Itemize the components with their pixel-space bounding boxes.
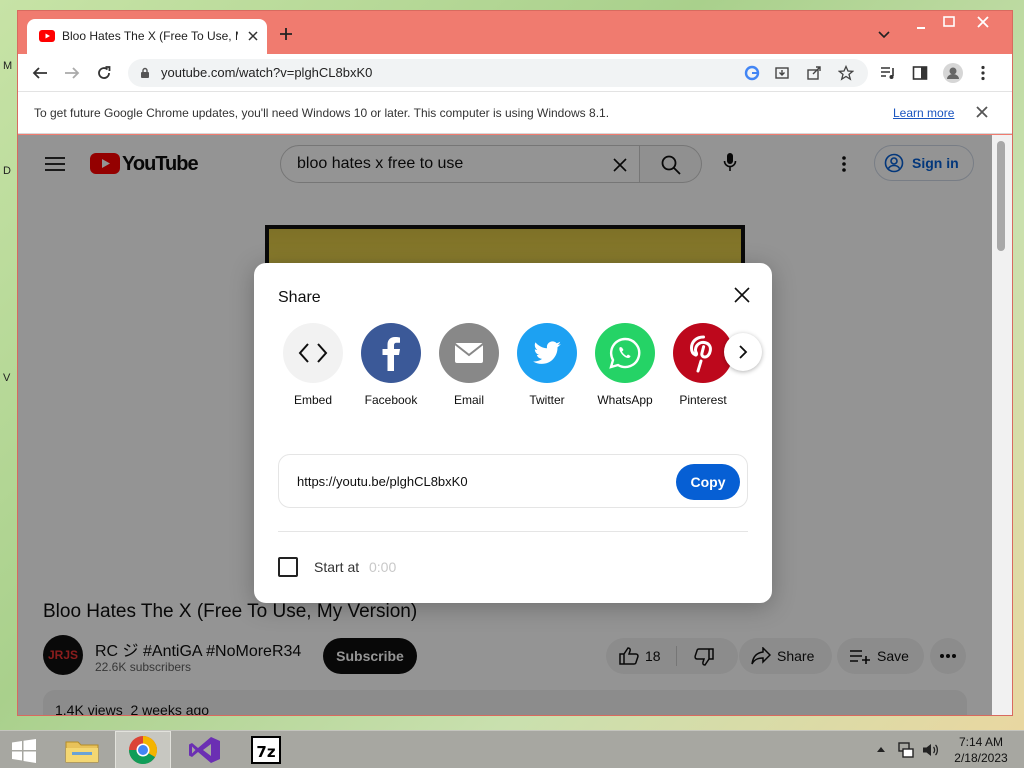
share-page-icon[interactable] bbox=[806, 65, 822, 81]
bookmark-star-icon[interactable] bbox=[838, 65, 854, 81]
browser-toolbar: youtube.com/watch?v=plghCL8bxK0 bbox=[18, 54, 1012, 91]
share-target-label: Email bbox=[453, 393, 484, 407]
start-at-label: Start at bbox=[314, 559, 360, 575]
share-target-label: WhatsApp bbox=[597, 393, 653, 407]
share-target-label: Embed bbox=[293, 393, 333, 407]
google-translate-icon[interactable] bbox=[744, 65, 760, 81]
youtube-page: YouTube bloo hates x free to use Sign in bbox=[18, 135, 1012, 715]
network-icon[interactable] bbox=[897, 741, 915, 759]
dialog-divider bbox=[278, 531, 748, 532]
clock-time[interactable]: 7:14 AM bbox=[944, 735, 1018, 749]
desktop-icon-label-fragment: M bbox=[3, 60, 13, 72]
whatsapp-icon bbox=[595, 323, 655, 383]
tab-close-icon[interactable] bbox=[246, 29, 260, 43]
chrome-menu-kebab-icon[interactable] bbox=[980, 65, 986, 81]
browser-tab[interactable]: Bloo Hates The X (Free To Use, My Versio… bbox=[27, 19, 267, 54]
share-target-label: Pinterest bbox=[679, 393, 727, 407]
share-link-field[interactable]: https://youtu.be/plghCL8bxK0 Copy bbox=[278, 454, 748, 508]
forward-arrow-icon[interactable] bbox=[64, 65, 80, 81]
scrollbar-thumb[interactable] bbox=[997, 141, 1005, 251]
minimize-icon[interactable] bbox=[914, 19, 928, 31]
show-hidden-icons-chevron-icon[interactable] bbox=[876, 745, 886, 753]
start-at-checkbox[interactable] bbox=[278, 557, 298, 577]
clock-date[interactable]: 2/18/2023 bbox=[944, 751, 1018, 765]
url-text[interactable]: youtube.com/watch?v=plghCL8bxK0 bbox=[161, 65, 372, 80]
embed-icon bbox=[283, 323, 343, 383]
update-infobar: To get future Google Chrome updates, you… bbox=[18, 91, 1012, 134]
copy-button[interactable]: Copy bbox=[676, 464, 740, 500]
youtube-favicon-icon bbox=[39, 30, 55, 42]
address-bar[interactable]: youtube.com/watch?v=plghCL8bxK0 bbox=[128, 59, 868, 87]
close-window-icon[interactable] bbox=[976, 15, 990, 29]
chrome-window: Bloo Hates The X (Free To Use, My Versio… bbox=[17, 10, 1013, 716]
chevron-right-icon[interactable] bbox=[724, 333, 762, 371]
install-app-icon[interactable] bbox=[774, 65, 790, 81]
file-explorer-taskbar-icon[interactable] bbox=[54, 731, 110, 768]
windows-start-icon[interactable] bbox=[11, 739, 37, 763]
media-control-icon[interactable] bbox=[880, 65, 896, 81]
share-target-email[interactable]: Email bbox=[430, 323, 508, 413]
maximize-icon[interactable] bbox=[942, 16, 956, 28]
share-target-facebook[interactable]: Facebook bbox=[352, 323, 430, 413]
7zip-taskbar-icon[interactable]: 7z bbox=[238, 731, 294, 768]
infobar-close-icon[interactable] bbox=[976, 106, 988, 118]
tab-strip: Bloo Hates The X (Free To Use, My Versio… bbox=[18, 11, 1012, 54]
share-link-text[interactable]: https://youtu.be/plghCL8bxK0 bbox=[297, 474, 468, 489]
infobar-message: To get future Google Chrome updates, you… bbox=[34, 106, 610, 120]
tab-search-chevron-icon[interactable] bbox=[878, 31, 890, 39]
desktop-icon-label-fragment: V bbox=[3, 372, 11, 384]
share-target-whatsapp[interactable]: WhatsApp bbox=[586, 323, 664, 413]
profile-avatar-icon[interactable] bbox=[943, 63, 963, 83]
back-arrow-icon[interactable] bbox=[32, 65, 48, 81]
reload-icon[interactable] bbox=[96, 65, 112, 81]
tab-title: Bloo Hates The X (Free To Use, My Versio… bbox=[62, 29, 238, 43]
volume-icon[interactable] bbox=[921, 741, 939, 759]
share-target-label: Facebook bbox=[364, 393, 418, 407]
chrome-taskbar-icon[interactable] bbox=[115, 731, 171, 768]
share-target-label: Twitter bbox=[529, 393, 565, 407]
share-target-embed[interactable]: Embed bbox=[274, 323, 352, 413]
share-dialog-title: Share bbox=[278, 289, 321, 306]
close-icon[interactable] bbox=[730, 283, 754, 307]
visual-studio-taskbar-icon[interactable] bbox=[176, 731, 232, 768]
share-target-twitter[interactable]: Twitter bbox=[508, 323, 586, 413]
new-tab-plus-icon[interactable] bbox=[279, 27, 293, 41]
email-icon bbox=[439, 323, 499, 383]
lock-icon[interactable] bbox=[140, 67, 150, 79]
side-panel-icon[interactable] bbox=[912, 65, 928, 81]
desktop-icon-label-fragment: D bbox=[3, 165, 11, 177]
share-dialog: Share Embed Facebook Email Twitter Whats… bbox=[254, 263, 772, 603]
page-scrollbar[interactable] bbox=[992, 135, 1012, 715]
svg-text:7z: 7z bbox=[256, 743, 275, 761]
start-at-time-input[interactable]: 0:00 bbox=[369, 559, 396, 575]
twitter-icon bbox=[517, 323, 577, 383]
facebook-icon bbox=[361, 323, 421, 383]
learn-more-link[interactable]: Learn more bbox=[893, 106, 954, 120]
taskbar: 7z 7:14 AM 2/18/2023 bbox=[0, 730, 1024, 768]
